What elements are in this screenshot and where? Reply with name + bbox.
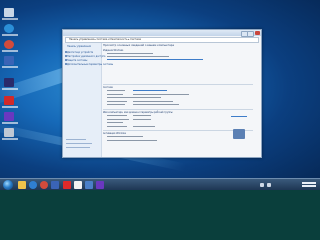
desktop: Панель управления ▸ Система и безопаснос… [0,0,320,190]
name-row-label [107,118,129,120]
sidebar-item-remote[interactable]: Настройка удалённого доступа [67,55,105,58]
ie-icon[interactable] [29,181,37,189]
sidebar-item-home[interactable]: Панель управления [67,45,91,48]
divider [103,109,253,110]
section-activation: Активация Windows [103,132,126,135]
divider [103,84,253,85]
app-icon[interactable] [4,96,14,105]
app-icon[interactable] [4,56,14,65]
app-icon[interactable] [4,112,14,121]
system-row-label [107,104,125,106]
name-row-value [133,118,151,120]
divider [103,130,253,131]
product-key [107,139,157,141]
name-row-value [133,115,151,117]
desktop-icon-label [2,66,18,68]
system-row-value[interactable] [133,90,167,92]
edition-value [107,53,153,55]
sidebar-item-device-manager[interactable]: Диспетчер устройств [67,51,93,54]
monitor-bezel [0,190,320,240]
app-icon[interactable] [4,78,14,87]
system-row-label [107,97,133,99]
maximize-button[interactable] [247,31,254,37]
system-row-value [133,100,173,102]
copyright-value [107,56,169,58]
name-row-value [133,125,155,127]
edition-link[interactable] [107,59,203,61]
control-panel-icon[interactable] [85,181,93,189]
sidebar: Панель управления Диспетчер устройств На… [63,43,113,157]
see-also-link[interactable] [66,147,90,149]
app-icon[interactable] [74,181,82,189]
chrome-icon[interactable] [4,40,14,49]
system-row-value [133,97,161,99]
file-explorer-icon[interactable] [18,181,26,189]
volume-icon[interactable] [267,183,271,187]
app-icon[interactable] [96,181,104,189]
desktop-icon-label [2,34,18,36]
network-icon[interactable] [260,183,264,187]
system-row-label [107,100,127,102]
sidebar-item-protection[interactable]: Защита системы [67,59,87,62]
start-button[interactable] [3,180,13,190]
system-row-label [107,93,123,95]
desktop-icon-label [2,18,18,20]
system-info-pane: Просмотр основных сведений о вашем компь… [103,43,259,157]
edge-icon[interactable] [4,24,14,33]
section-edition: Издание Windows [103,49,124,52]
change-settings-link[interactable] [231,116,247,118]
name-row-label [107,122,123,124]
desktop-icon-label [2,138,18,140]
system-row-value [133,104,179,106]
desktop-icon-label [2,50,18,52]
recycle-bin-icon[interactable] [4,8,14,17]
window-titlebar[interactable] [63,30,261,37]
desktop-icon-label [2,88,18,90]
system-row-value [133,93,189,95]
section-system: Система [103,86,113,89]
address-text: Панель управления ▸ Система и безопаснос… [69,38,141,42]
close-button[interactable] [255,31,260,35]
see-also-label [66,139,86,141]
see-also-link[interactable] [66,143,92,145]
system-window: Панель управления ▸ Система и безопаснос… [62,29,262,158]
app-icon[interactable] [4,128,14,137]
genuine-badge [233,129,245,139]
name-row-label [107,125,127,127]
system-row-label [107,90,125,92]
section-computer-name: Имя компьютера, имя домена и параметры р… [103,111,173,114]
activation-status [107,136,143,138]
youtube-icon[interactable] [63,181,71,189]
desktop-icon-label [2,106,18,108]
app-icon[interactable] [51,181,59,189]
name-row-label [107,115,127,117]
taskbar [0,178,320,190]
clock[interactable] [302,182,316,188]
chrome-icon[interactable] [40,181,48,189]
desktop-icon-label [2,122,18,124]
page-title: Просмотр основных сведений о вашем компь… [103,44,175,47]
